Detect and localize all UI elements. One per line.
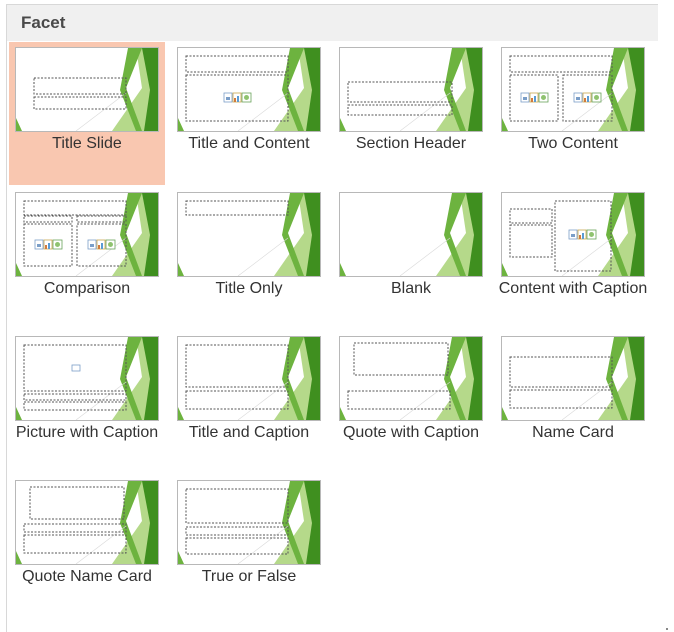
layout-tile-two-content[interactable]: Two Content [495, 42, 651, 185]
layout-tile-quote-caption[interactable]: Quote with Caption [333, 331, 489, 471]
layout-thumbnail [15, 336, 159, 421]
layout-thumbnail [339, 192, 483, 277]
content-placeholder-icon [568, 229, 597, 240]
slide-layout-preview [16, 48, 158, 131]
layout-tile-comparison[interactable]: Comparison [9, 187, 165, 327]
layout-label: Quote Name Card [22, 568, 152, 585]
layout-label: True or False [201, 568, 297, 585]
slide-layout-preview [502, 193, 644, 276]
layout-label: Title and Content [188, 135, 310, 152]
layout-tile-blank[interactable]: Blank [333, 187, 489, 327]
layout-tile-title-caption[interactable]: Title and Caption [171, 331, 327, 471]
layout-label: Picture with Caption [15, 424, 159, 441]
layout-tile-name-card[interactable]: Name Card [495, 331, 651, 471]
layout-label: Section Header [355, 135, 467, 152]
content-placeholder-icon [520, 92, 549, 103]
layout-tile-section-header[interactable]: Section Header [333, 42, 489, 185]
layout-tile-quote-name-card[interactable]: Quote Name Card [9, 475, 165, 595]
layout-label: Title and Caption [188, 424, 310, 441]
layout-thumbnail [501, 47, 645, 132]
layout-tile-title-slide[interactable]: Title Slide [9, 42, 165, 185]
slide-layout-preview [16, 337, 158, 420]
layout-label: Content with Caption [498, 280, 648, 297]
layout-label: Blank [390, 280, 432, 297]
theme-section-header: Facet [7, 5, 658, 41]
layout-label: Title Slide [52, 135, 122, 152]
layout-thumbnail [177, 336, 321, 421]
layout-label: Two Content [528, 135, 618, 152]
layout-thumbnail [501, 192, 645, 277]
layout-thumbnail [177, 480, 321, 565]
layout-label: Name Card [532, 424, 614, 441]
layout-label: Quote with Caption [342, 424, 480, 441]
layout-tile-true-false[interactable]: True or False [171, 475, 327, 595]
slide-layout-preview [178, 337, 320, 420]
slide-layout-preview [178, 48, 320, 131]
slide-layout-preview [340, 48, 482, 131]
layout-tile-picture-caption[interactable]: Picture with Caption [9, 331, 165, 471]
layout-tile-title-only[interactable]: Title Only [171, 187, 327, 327]
layout-label: Title Only [215, 280, 283, 297]
slide-layout-preview [178, 481, 320, 564]
layout-label: Comparison [43, 280, 131, 297]
slide-layout-preview [502, 337, 644, 420]
panel-border-left [6, 4, 7, 632]
layout-thumbnail [177, 47, 321, 132]
layout-thumbnail [339, 47, 483, 132]
content-placeholder-icon [34, 239, 63, 250]
layout-thumbnail [15, 192, 159, 277]
slide-layout-preview [16, 481, 158, 564]
layout-tile-title-content[interactable]: Title and Content [171, 42, 327, 185]
layout-thumbnail [339, 336, 483, 421]
content-placeholder-icon [223, 92, 252, 103]
slide-layout-preview [340, 337, 482, 420]
layout-thumbnail [501, 336, 645, 421]
slide-layout-preview [16, 193, 158, 276]
layout-tile-content-caption[interactable]: Content with Caption [495, 187, 651, 327]
slide-layout-preview [178, 193, 320, 276]
slide-layout-preview [340, 193, 482, 276]
layout-thumbnail [15, 480, 159, 565]
scroll-indicator[interactable] [666, 628, 668, 630]
content-placeholder-icon [573, 92, 602, 103]
layout-gallery-panel: Facet Title Slide Title and Content Sect… [0, 0, 674, 632]
layout-thumbnail [15, 47, 159, 132]
content-placeholder-icon [87, 239, 116, 250]
slide-layout-preview [502, 48, 644, 131]
layout-thumbnail [177, 192, 321, 277]
